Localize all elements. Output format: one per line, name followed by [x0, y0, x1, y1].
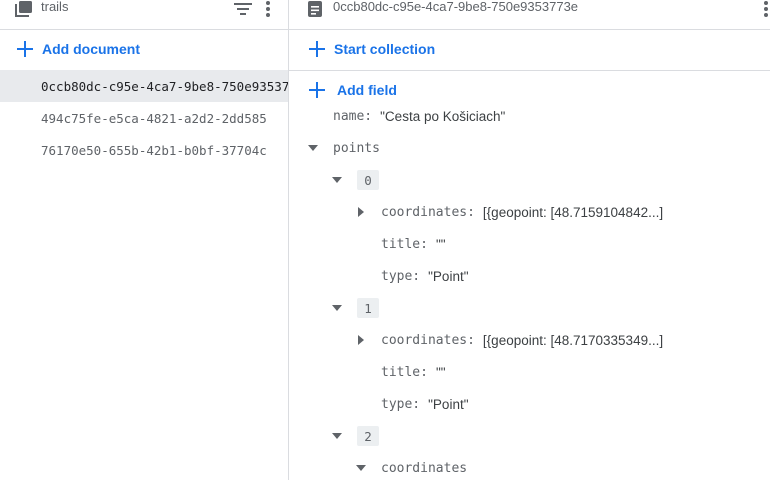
- plus-icon: [308, 40, 326, 58]
- field-key: title:: [381, 236, 428, 252]
- field-key: coordinates:: [381, 204, 475, 220]
- caret-down-icon[interactable]: [330, 173, 344, 187]
- start-collection-button[interactable]: Start collection: [308, 37, 435, 61]
- field-name[interactable]: name: "Cesta po Košiciach": [333, 106, 505, 126]
- collections-icon: [14, 0, 34, 18]
- start-collection-label: Start collection: [334, 41, 436, 57]
- field-value: "": [435, 364, 446, 380]
- field-value: "": [435, 236, 446, 252]
- field-key: coordinates: [381, 460, 468, 476]
- caret-right-icon[interactable]: [354, 333, 368, 347]
- document-item[interactable]: 76170e50-655b-42b1-b0bf-37704c: [0, 134, 288, 166]
- field-title[interactable]: title: "": [381, 234, 446, 254]
- section-divider: [289, 70, 770, 71]
- add-document-label: Add document: [42, 41, 140, 57]
- field-key: title:: [381, 364, 428, 380]
- field-title[interactable]: title: "": [381, 362, 446, 382]
- collection-panel: trails Add document 0ccb80dc-c95e-4ca7-9…: [0, 0, 289, 480]
- caret-down-icon[interactable]: [330, 301, 344, 315]
- filter-list-icon[interactable]: [233, 0, 253, 18]
- add-field-button[interactable]: Add field: [308, 78, 397, 102]
- caret-down-icon[interactable]: [330, 429, 344, 443]
- field-value: "Point": [428, 396, 469, 412]
- collection-name: trails: [41, 0, 69, 14]
- field-key: coordinates:: [381, 332, 475, 348]
- field-value: [{geopoint: [48.7159104842...]: [482, 204, 664, 220]
- field-coordinates[interactable]: coordinates: [{geopoint: [48.7159104842.…: [381, 202, 663, 222]
- field-value: "Point": [428, 268, 469, 284]
- field-coordinates[interactable]: coordinates: [{geopoint: [48.7170335349.…: [381, 330, 663, 350]
- plus-icon: [308, 81, 326, 99]
- caret-down-icon[interactable]: [354, 461, 368, 475]
- add-field-label: Add field: [337, 82, 397, 98]
- document-panel: 0ccb80dc-c95e-4ca7-9be8-750e9353773e Sta…: [289, 0, 770, 480]
- field-value: [{geopoint: [48.7170335349...]: [482, 332, 664, 348]
- field-key: name:: [333, 108, 373, 124]
- field-key: points: [333, 140, 380, 156]
- field-key: type:: [381, 268, 421, 284]
- caret-right-icon[interactable]: [354, 205, 368, 219]
- add-document-button[interactable]: Add document: [16, 37, 140, 61]
- collection-header: trails: [0, 0, 288, 30]
- array-index-badge[interactable]: 2: [357, 426, 379, 446]
- field-value: "Cesta po Košiciach": [380, 108, 506, 124]
- document-icon: [305, 0, 325, 18]
- document-item[interactable]: 0ccb80dc-c95e-4ca7-9be8-750e9353773e: [0, 70, 288, 102]
- caret-down-icon[interactable]: [306, 141, 320, 155]
- document-header: 0ccb80dc-c95e-4ca7-9be8-750e9353773e: [289, 0, 770, 30]
- field-type[interactable]: type: "Point": [381, 266, 469, 286]
- more-vert-icon[interactable]: [258, 0, 278, 18]
- field-points[interactable]: points: [333, 138, 380, 158]
- document-item[interactable]: 494c75fe-e5ca-4821-a2d2-2dd585: [0, 102, 288, 134]
- document-id: 0ccb80dc-c95e-4ca7-9be8-750e9353773e: [333, 0, 579, 14]
- field-key: type:: [381, 396, 421, 412]
- field-type[interactable]: type: "Point": [381, 394, 469, 414]
- array-index-badge[interactable]: 0: [357, 170, 379, 190]
- array-index-badge[interactable]: 1: [357, 298, 379, 318]
- plus-icon: [16, 40, 34, 58]
- field-coordinates[interactable]: coordinates: [381, 458, 467, 478]
- more-vert-icon[interactable]: [756, 0, 770, 18]
